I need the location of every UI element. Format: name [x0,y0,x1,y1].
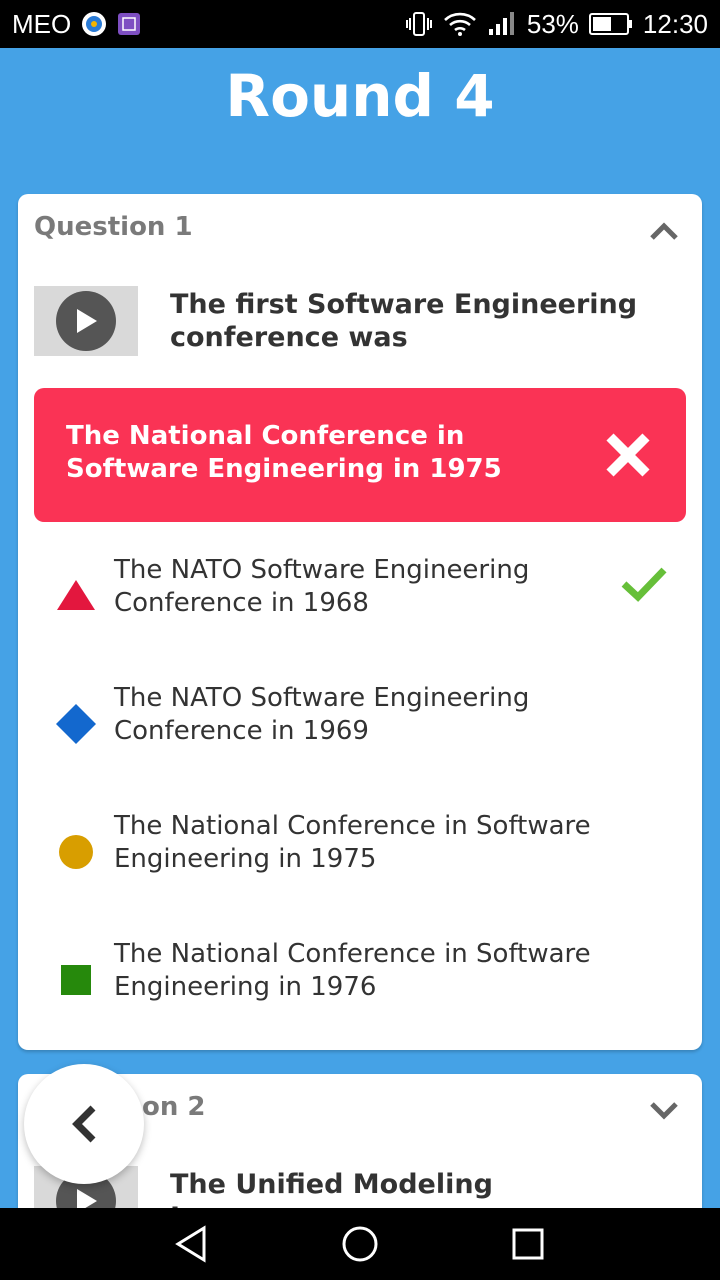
answer-option-text: The NATO Software Engineering Conference… [114,683,530,746]
question-label: Question 1 [34,212,193,242]
selected-wrong-answer: The National Conference in Software Engi… [34,388,686,522]
nav-home-button[interactable] [336,1220,384,1268]
chevron-up-icon[interactable] [648,216,680,248]
play-icon [77,309,97,333]
app-icon-purple [117,12,141,36]
selected-answer-text: The National Conference in Software Engi… [66,421,502,484]
page-title: Round 4 [225,62,495,130]
circle-icon [59,835,93,869]
wifi-icon [443,11,477,37]
chevron-down-icon[interactable] [648,1094,680,1126]
question-card-1: Question 1 The first Software Engineerin… [18,194,702,1050]
triangle-icon [57,580,95,610]
play-button[interactable] [56,291,116,351]
diamond-icon [56,704,96,744]
vibrate-icon [405,11,433,37]
battery-percent: 53% [526,8,579,39]
carrier-label: MEO [12,8,72,39]
header: Round 4 [0,48,720,194]
checkmark-icon [621,567,667,602]
answer-option-text: The National Conference in Software Engi… [114,811,591,874]
clock: 12:30 [642,8,708,39]
back-chevron-icon [72,1105,96,1143]
answer-option-2: The NATO Software Engineering Conference… [34,678,686,768]
back-button[interactable] [24,1064,144,1184]
square-icon [61,965,91,995]
answer-option-text: The NATO Software Engineering Conference… [114,555,530,618]
nav-back-button[interactable] [168,1220,216,1268]
answer-option-1: The NATO Software Engineering Conference… [34,550,686,640]
home-circle-icon [342,1226,378,1262]
close-icon [606,433,650,477]
signal-icon [487,11,517,37]
answer-option-text: The National Conference in Software Engi… [114,939,591,1002]
question-text: The first Software Engineering conferenc… [170,289,638,353]
battery-icon [588,12,633,36]
system-nav-bar [0,1208,720,1280]
recents-square-icon [512,1228,544,1260]
app-icon-blue [81,11,107,37]
nav-recents-button[interactable] [504,1220,552,1268]
status-bar: MEO 53% 12:30 [0,0,720,48]
answer-option-3: The National Conference in Software Engi… [34,806,686,896]
back-triangle-icon [175,1225,206,1263]
video-thumbnail[interactable] [34,286,138,356]
answer-option-4: The National Conference in Software Engi… [34,934,686,1024]
question-label: on 2 [142,1092,206,1122]
